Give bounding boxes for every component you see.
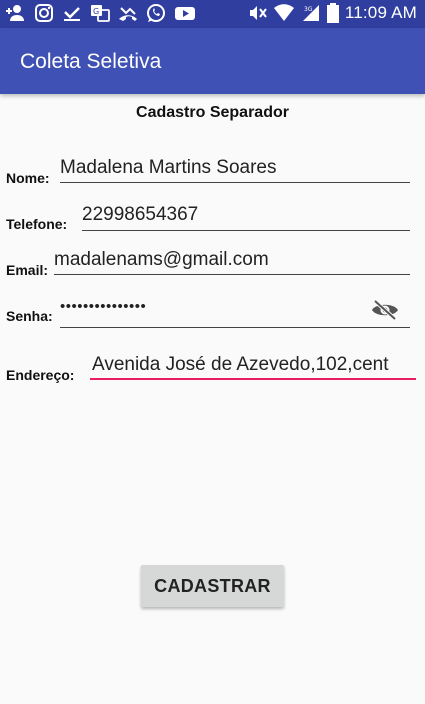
status-time: 11:09 AM (344, 3, 417, 22)
notification-icons: G (6, 3, 196, 23)
translate-icon: G (91, 5, 110, 22)
svg-text:G: G (93, 7, 99, 16)
nome-input[interactable]: Madalena Martins Soares (60, 157, 410, 179)
system-status: 3G 11:09 AM (247, 3, 417, 23)
telefone-underline (82, 230, 410, 231)
network-type: 3G (304, 6, 313, 13)
endereco-label: Endereço: (6, 367, 75, 383)
nome-label: Nome: (6, 170, 50, 186)
add-person-icon (6, 5, 24, 21)
telefone-input[interactable]: 22998654367 (82, 204, 410, 226)
eye-off-icon[interactable] (370, 298, 400, 322)
email-label: Email: (6, 262, 49, 278)
email-input[interactable]: madalenams@gmail.com (54, 249, 410, 271)
senha-label: Senha: (6, 308, 53, 324)
app-bar: Coleta Seletiva (0, 28, 425, 94)
mute-icon (249, 6, 267, 20)
youtube-icon (175, 7, 195, 20)
email-underline (54, 274, 410, 275)
wifi-icon (273, 4, 294, 21)
signal-3g-icon: 3G (302, 5, 319, 21)
whatsapp-icon (147, 4, 165, 22)
status-bar: G 3G 11:09 AM (0, 0, 425, 28)
missed-call-icon (119, 7, 137, 21)
form-title: Cadastro Separador (136, 104, 289, 121)
app-title: Coleta Seletiva (20, 50, 162, 73)
download-done-icon (64, 7, 80, 21)
senha-underline (60, 327, 410, 328)
nome-underline (60, 182, 410, 183)
endereco-input[interactable]: Avenida José de Azevedo,102,cent (92, 354, 416, 376)
instagram-icon (35, 4, 53, 22)
senha-input[interactable]: ••••••••••••••• (60, 298, 360, 315)
cadastrar-button[interactable]: CADASTRAR (141, 565, 284, 607)
telefone-label: Telefone: (6, 216, 68, 232)
battery-icon (326, 3, 339, 23)
endereco-underline-focused (90, 378, 416, 380)
